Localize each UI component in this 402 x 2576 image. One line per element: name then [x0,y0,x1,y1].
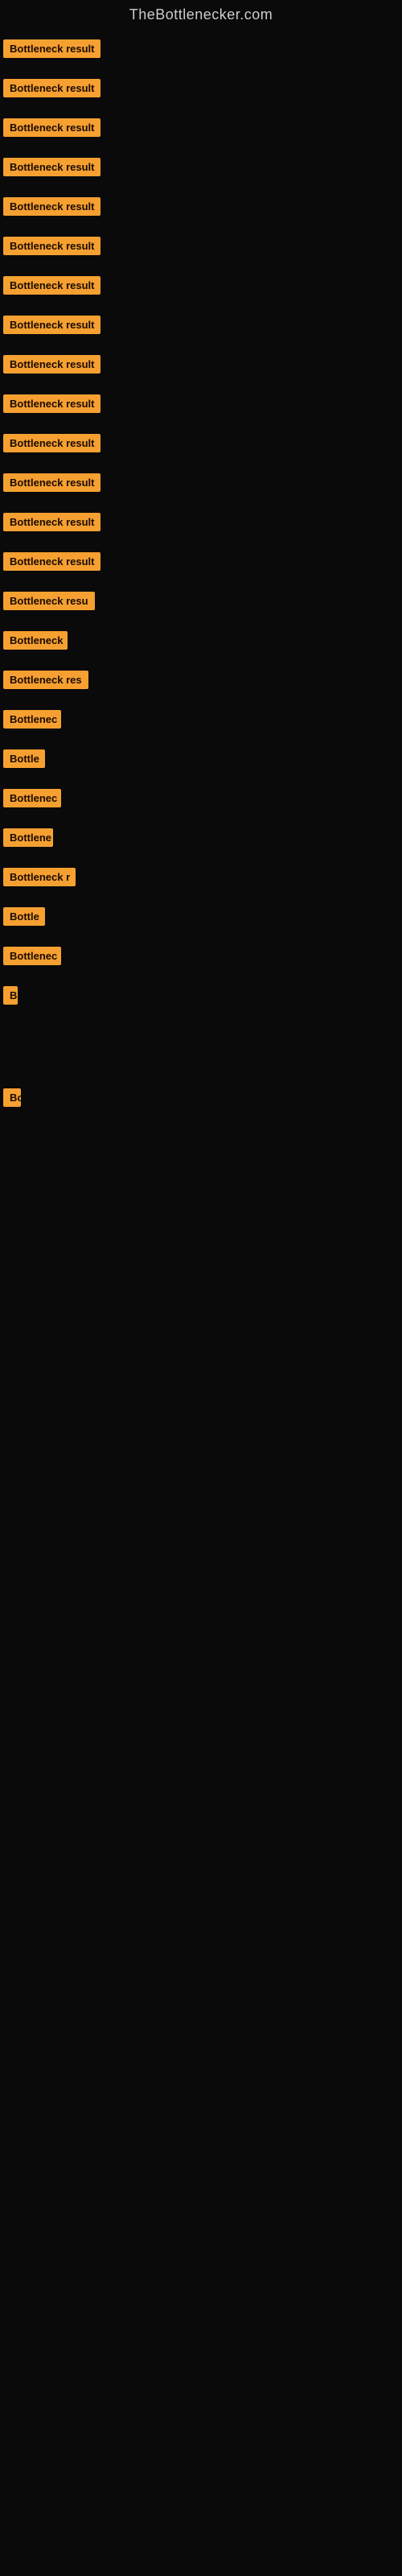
list-item: Bottleneck result [0,112,402,151]
list-item: Bottleneck result [0,467,402,506]
bottleneck-result-badge[interactable]: Bottlene [3,828,53,847]
bottleneck-result-badge[interactable]: Bottleneck r [3,868,76,886]
list-item [0,1040,402,1061]
list-item: Bottleneck result [0,309,402,349]
bottleneck-result-badge[interactable]: Bottleneck result [3,552,100,571]
bottleneck-result-badge[interactable]: Bottlenec [3,710,61,729]
list-item: Bottleneck result [0,506,402,546]
bottleneck-result-badge[interactable]: Bottleneck result [3,316,100,334]
bottleneck-result-badge[interactable]: Bottle [3,907,45,926]
list-item: Bottleneck result [0,33,402,72]
bottleneck-result-badge[interactable]: Bottleneck resu [3,592,95,610]
list-item: Bottle [0,743,402,782]
list-item: Bottlenec [0,940,402,980]
bottleneck-result-badge[interactable]: Bottleneck [3,631,68,650]
list-item: Bottleneck result [0,349,402,388]
bottleneck-result-badge[interactable]: Bottleneck result [3,434,100,452]
bottleneck-result-badge[interactable]: Bo [3,1088,21,1107]
bottleneck-result-badge[interactable]: Bottlenec [3,947,61,965]
list-item: Bottleneck result [0,388,402,427]
site-title: TheBottlenecker.com [0,0,402,33]
list-item: Bottleneck result [0,546,402,585]
list-item: Bottleneck result [0,151,402,191]
bottleneck-result-badge[interactable]: Bottleneck result [3,513,100,531]
list-item: Bottleneck r [0,861,402,901]
list-item [0,1019,402,1040]
bottleneck-result-badge[interactable]: Bottleneck result [3,473,100,492]
list-item: Bottleneck result [0,270,402,309]
list-item: Bottle [0,901,402,940]
list-item: Bottleneck result [0,230,402,270]
bottleneck-result-badge[interactable]: Bottle [3,749,45,768]
bottleneck-result-badge[interactable]: Bottleneck result [3,394,100,413]
list-item: Bottleneck [0,625,402,664]
bottleneck-result-badge[interactable]: Bottleneck result [3,237,100,255]
list-item: Bottlenec [0,782,402,822]
list-item [0,1121,402,1142]
bottleneck-result-badge[interactable]: Bottleneck result [3,39,100,58]
bottleneck-result-badge[interactable]: Bottleneck result [3,355,100,374]
list-item: Bottleneck result [0,191,402,230]
list-item: Bottleneck result [0,72,402,112]
list-item [0,1061,402,1082]
list-item: Bo [0,1082,402,1121]
bottleneck-result-badge[interactable]: Bottleneck result [3,276,100,295]
list-item: B [0,980,402,1019]
bottleneck-result-badge[interactable]: Bottlenec [3,789,61,807]
list-item: Bottleneck resu [0,585,402,625]
bottleneck-result-badge[interactable]: B [3,986,18,1005]
bottleneck-result-badge[interactable]: Bottleneck result [3,118,100,137]
list-item [0,1163,402,1184]
list-item: Bottleneck res [0,664,402,704]
bottleneck-result-badge[interactable]: Bottleneck result [3,158,100,176]
bottleneck-result-badge[interactable]: Bottleneck res [3,671,88,689]
list-item: Bottlene [0,822,402,861]
list-item: Bottleneck result [0,427,402,467]
bottleneck-result-badge[interactable]: Bottleneck result [3,197,100,216]
bottleneck-result-badge[interactable]: Bottleneck result [3,79,100,97]
list-item: Bottlenec [0,704,402,743]
list-item [0,1142,402,1163]
